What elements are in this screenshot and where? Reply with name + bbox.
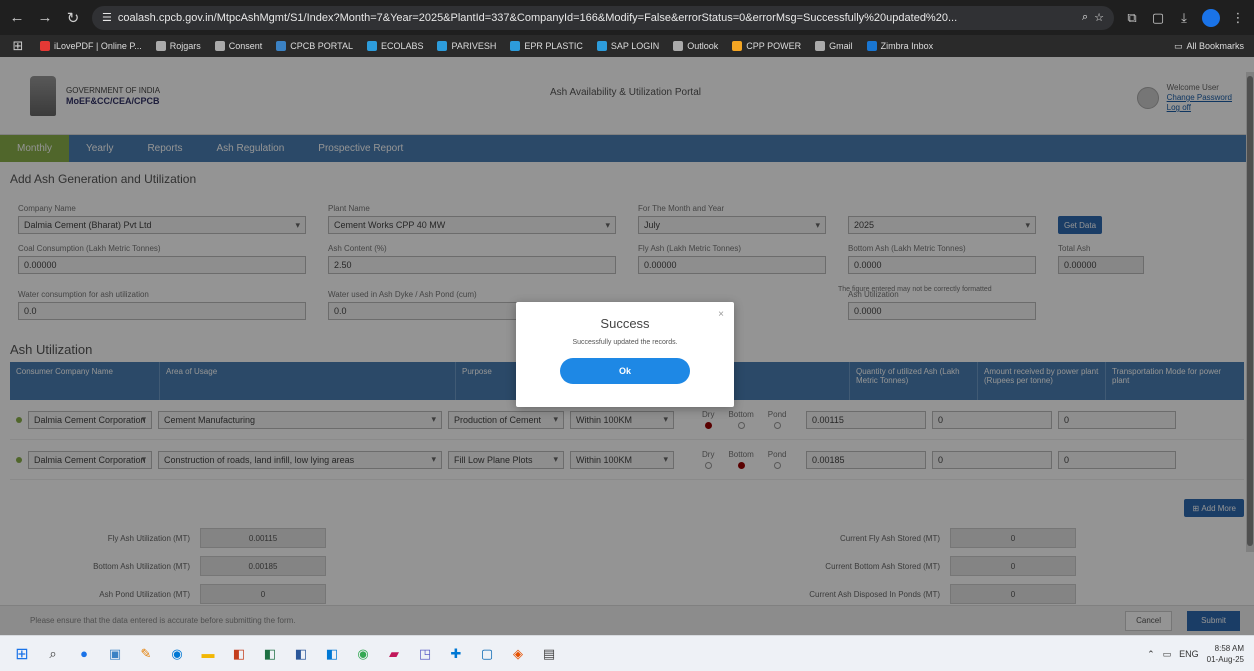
- bookmark-item[interactable]: Consent: [214, 41, 262, 51]
- powerpoint-icon[interactable]: ◧: [229, 644, 249, 664]
- url-text: coalash.cpcb.gov.in/MtpcAshMgmt/S1/Index…: [117, 11, 958, 24]
- bookmark-item[interactable]: CPCB PORTAL: [276, 41, 353, 51]
- app-icon[interactable]: ▢: [477, 644, 497, 664]
- app-icon[interactable]: ▤: [539, 644, 559, 664]
- bookmark-item[interactable]: SAP LOGIN: [596, 41, 659, 51]
- ok-button[interactable]: Ok: [560, 358, 690, 384]
- chrome-icon[interactable]: ●: [74, 644, 94, 664]
- word-icon[interactable]: ◧: [291, 644, 311, 664]
- chevron-up-icon[interactable]: ⌃: [1147, 649, 1155, 660]
- app-icon[interactable]: ◈: [508, 644, 528, 664]
- network-icon[interactable]: ▭: [1163, 649, 1172, 660]
- browser-toolbar: ← → ↻ ☰ coalash.cpcb.gov.in/MtpcAshMgmt/…: [0, 0, 1254, 35]
- menu-icon[interactable]: ⋮: [1230, 10, 1246, 26]
- bookmark-item[interactable]: Zimbra Inbox: [866, 41, 933, 51]
- apps-icon[interactable]: ⊞: [10, 38, 26, 54]
- zoom-icon[interactable]: ⌕: [1082, 11, 1088, 24]
- language-indicator[interactable]: ENG: [1179, 649, 1199, 659]
- file-explorer-icon[interactable]: ▬: [198, 644, 218, 664]
- bookmark-item[interactable]: ECOLABS: [366, 41, 423, 51]
- task-view-icon[interactable]: ▣: [105, 644, 125, 664]
- app-icon[interactable]: ◉: [353, 644, 373, 664]
- outlook-icon[interactable]: ◧: [322, 644, 342, 664]
- site-info-icon[interactable]: ☰: [102, 11, 112, 24]
- clock[interactable]: 8:58 AM 01-Aug-25: [1207, 643, 1244, 665]
- extensions-icon[interactable]: ⧉: [1124, 10, 1140, 26]
- bookmark-item[interactable]: Gmail: [815, 41, 853, 51]
- search-icon[interactable]: ⌕: [43, 644, 63, 664]
- app-icon[interactable]: ✎: [136, 644, 156, 664]
- bookmark-item[interactable]: iLovePDF | Online P...: [40, 41, 142, 51]
- sidepanel-icon[interactable]: ▢: [1150, 10, 1166, 26]
- bookmark-item[interactable]: PARIVESH: [437, 41, 496, 51]
- profile-avatar[interactable]: [1202, 8, 1220, 27]
- success-dialog: × Success Successfully updated the recor…: [516, 302, 734, 407]
- reload-icon[interactable]: ↻: [64, 9, 82, 27]
- bookmark-item[interactable]: Rojgars: [155, 41, 201, 51]
- dialog-title: Success: [600, 316, 650, 331]
- address-bar[interactable]: ☰ coalash.cpcb.gov.in/MtpcAshMgmt/S1/Ind…: [92, 5, 1114, 30]
- app-icon[interactable]: ◳: [415, 644, 435, 664]
- bookmarks-bar: ⊞ iLovePDF | Online P... Rojgars Consent…: [0, 35, 1254, 57]
- download-icon[interactable]: ⤓: [1176, 10, 1192, 26]
- folder-icon: ▭: [1173, 40, 1183, 51]
- taskbar: ⊞ ⌕ ● ▣ ✎ ◉ ▬ ◧ ◧ ◧ ◧ ◉ ▰ ◳ ✚ ▢ ◈ ▤ ⌃ ▭ …: [0, 635, 1254, 671]
- dialog-message: Successfully updated the records.: [572, 339, 678, 346]
- bookmark-item[interactable]: Outlook: [673, 41, 718, 51]
- back-icon[interactable]: ←: [8, 9, 26, 26]
- system-tray: ⌃ ▭ ENG 8:58 AM 01-Aug-25: [1147, 636, 1244, 671]
- excel-icon[interactable]: ◧: [260, 644, 280, 664]
- bookmark-item[interactable]: CPP POWER: [732, 41, 801, 51]
- bookmark-item[interactable]: EPR PLASTIC: [510, 41, 583, 51]
- app-icon[interactable]: ▰: [384, 644, 404, 664]
- app-icon[interactable]: ✚: [446, 644, 466, 664]
- all-bookmarks[interactable]: ▭ All Bookmarks: [1174, 41, 1244, 52]
- close-icon[interactable]: ×: [718, 309, 724, 320]
- forward-icon[interactable]: →: [36, 9, 54, 26]
- windows-start-icon[interactable]: ⊞: [12, 644, 32, 664]
- edge-icon[interactable]: ◉: [167, 644, 187, 664]
- bookmark-star-icon[interactable]: ☆: [1094, 11, 1104, 24]
